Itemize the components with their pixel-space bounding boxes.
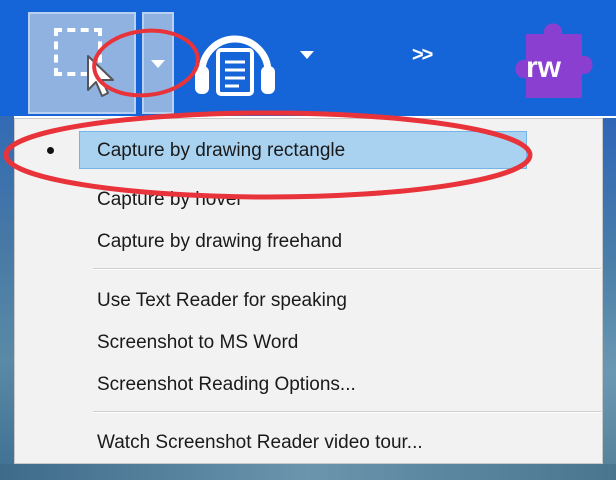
selected-bullet-icon (47, 147, 54, 154)
desktop-background-bottom (0, 464, 616, 480)
menu-item-screenshot-to-word[interactable]: Screenshot to MS Word (15, 321, 602, 363)
menu-item-label: Capture by hover (97, 189, 243, 210)
menu-item-label: Use Text Reader for speaking (97, 290, 347, 311)
menu-item-text-reader-speaking[interactable]: Use Text Reader for speaking (15, 279, 602, 321)
chevron-down-icon (300, 51, 314, 59)
toolbar: >> rw (0, 0, 616, 116)
menu-item-reading-options[interactable]: Screenshot Reading Options... (15, 363, 602, 405)
menu-item-capture-rectangle[interactable]: Capture by drawing rectangle (47, 129, 527, 171)
menu-item-label: Watch Screenshot Reader video tour... (97, 432, 423, 453)
menu-item-capture-freehand[interactable]: Capture by drawing freehand (15, 220, 602, 262)
headphones-document-icon[interactable] (192, 20, 282, 100)
desktop-background-right (603, 118, 616, 480)
capture-options-menu: Capture by drawing rectangle Capture by … (14, 118, 603, 464)
menu-item-capture-hover[interactable]: Capture by hover (15, 178, 602, 220)
cursor-arrow-icon (87, 55, 114, 97)
menu-item-video-tour[interactable]: Watch Screenshot Reader video tour... (15, 421, 602, 463)
menu-separator (93, 268, 601, 270)
menu-item-label: Screenshot to MS Word (97, 332, 299, 353)
capture-mode-button[interactable] (28, 12, 136, 114)
menu-separator (93, 411, 601, 413)
menu-item-label: Screenshot Reading Options... (97, 374, 356, 395)
capture-dropdown-button[interactable] (142, 12, 174, 114)
reader-dropdown-button[interactable] (292, 40, 322, 70)
chevron-down-icon (151, 60, 165, 68)
more-tools-button[interactable]: >> (412, 44, 433, 67)
readwrite-logo-text: rw (526, 51, 562, 84)
menu-item-label: Capture by drawing freehand (97, 231, 343, 252)
menu-item-label: Capture by drawing rectangle (97, 140, 346, 161)
